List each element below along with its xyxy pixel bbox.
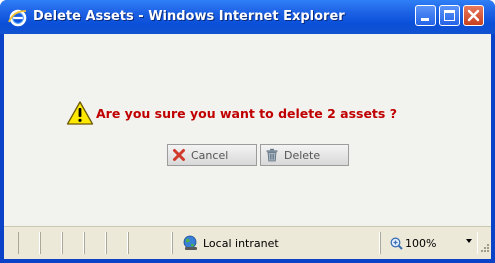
zone-label: Local intranet [203, 236, 279, 250]
warning-icon [66, 101, 94, 125]
cancel-label: Cancel [191, 148, 229, 162]
zoom-control[interactable]: 100% [390, 232, 436, 254]
delete-label: Delete [284, 148, 321, 162]
minimize-icon [421, 18, 429, 21]
security-zone[interactable]: Local intranet [182, 232, 279, 254]
x-icon [173, 149, 185, 161]
window-title: Delete Assets - Windows Internet Explore… [33, 9, 345, 24]
title-bar[interactable]: Delete Assets - Windows Internet Explore… [0, 0, 495, 34]
status-bar: Local intranet 100% [4, 226, 491, 259]
maximize-icon [444, 10, 455, 21]
confirm-message: Are you sure you want to delete 2 assets… [96, 105, 397, 121]
close-icon [467, 9, 480, 22]
resize-grip-icon[interactable] [480, 243, 490, 253]
zoom-dropdown-icon[interactable] [466, 239, 472, 243]
status-pane [40, 232, 62, 254]
close-button[interactable] [463, 5, 484, 26]
cancel-button[interactable]: Cancel [167, 144, 257, 166]
ie-icon [8, 9, 27, 27]
status-pane [18, 232, 40, 254]
status-pane [128, 232, 172, 254]
ie-window: Delete Assets - Windows Internet Explore… [0, 0, 495, 263]
status-pane [106, 232, 128, 254]
globe-icon [183, 235, 197, 250]
status-pane [62, 232, 84, 254]
confirm-message-row: Are you sure you want to delete 2 assets… [66, 98, 397, 128]
minimize-button[interactable] [415, 5, 436, 26]
maximize-button[interactable] [439, 5, 460, 26]
status-pane [84, 232, 106, 254]
dialog-content: Are you sure you want to delete 2 assets… [4, 34, 491, 226]
zoom-icon [390, 237, 403, 250]
delete-button[interactable]: Delete [260, 144, 349, 166]
trash-icon [266, 148, 278, 162]
zoom-level: 100% [405, 236, 437, 250]
